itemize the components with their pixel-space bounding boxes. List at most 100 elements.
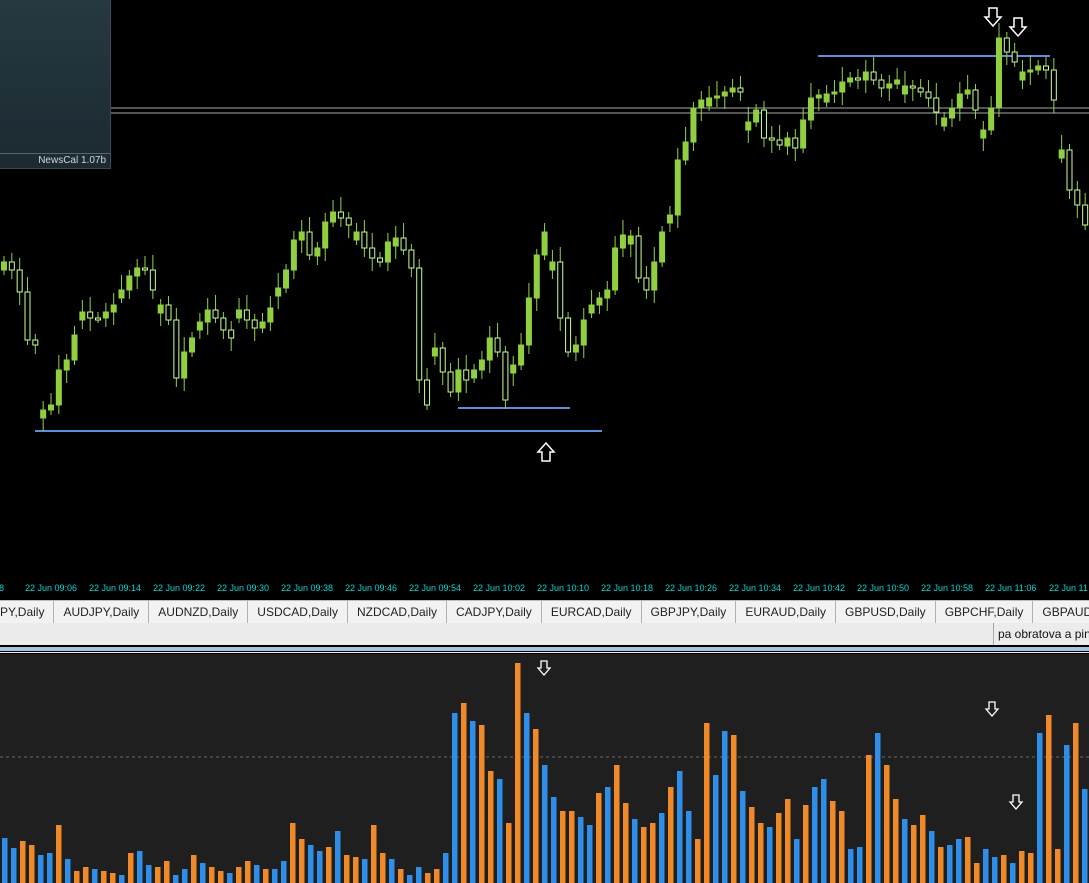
time-axis-label: 22 Jun 09:46 xyxy=(345,583,398,593)
candle-body xyxy=(760,109,767,139)
volume-bar xyxy=(245,861,251,883)
time-axis-label: 22 Jun 11 xyxy=(1049,583,1088,593)
candle-body xyxy=(424,379,431,406)
candle-body xyxy=(377,257,384,263)
volume-bar xyxy=(380,853,386,883)
volume-bar xyxy=(902,819,908,883)
candle-body xyxy=(118,289,125,299)
candle-body xyxy=(400,237,407,251)
candle-body xyxy=(619,234,626,249)
volume-bar xyxy=(956,839,962,883)
symbol-tab[interactable]: GBPCHF,Daily xyxy=(936,601,1034,623)
volume-bar xyxy=(92,869,98,883)
volume-bar xyxy=(803,805,809,883)
volume-bar xyxy=(308,845,314,883)
time-axis-label: 22 Jun 09:14 xyxy=(89,583,142,593)
volume-bar xyxy=(344,855,350,883)
volume-bar xyxy=(911,825,917,883)
symbol-tab[interactable]: AUDNZD,Daily xyxy=(149,601,249,623)
volume-bar xyxy=(578,817,584,883)
volume-bar xyxy=(317,851,323,883)
volume-bar xyxy=(74,871,80,883)
candle-body xyxy=(847,77,854,83)
volume-bar xyxy=(371,825,377,883)
candle-body xyxy=(776,139,783,146)
time-axis-label: 22 Jun 11:06 xyxy=(985,583,1037,593)
time-axis-label: 22 Jun 10:02 xyxy=(473,583,526,593)
volume-panel[interactable] xyxy=(0,654,1089,883)
volume-bar xyxy=(1064,745,1070,883)
candle-body xyxy=(768,137,775,141)
symbol-tab[interactable]: EURAUD,Daily xyxy=(736,601,836,623)
candle-body xyxy=(972,89,979,111)
candle-body xyxy=(48,404,55,411)
volume-bar xyxy=(263,869,269,883)
volume-bar xyxy=(425,873,431,883)
volume-bar xyxy=(191,855,197,883)
symbol-tab[interactable]: NZDCAD,Daily xyxy=(348,601,447,623)
symbol-tab[interactable]: PY,Daily xyxy=(0,601,55,623)
candle-body xyxy=(894,79,901,85)
volume-bar xyxy=(488,771,494,883)
time-axis-label: 22 Jun 10:18 xyxy=(601,583,654,593)
candle-body xyxy=(541,231,548,256)
volume-bar xyxy=(326,847,332,883)
volume-bar xyxy=(11,848,17,883)
volume-bar xyxy=(893,799,899,883)
candle-body xyxy=(964,89,971,95)
volume-bar xyxy=(281,861,287,883)
symbol-tab[interactable]: GBPAUD,Dai xyxy=(1033,601,1089,623)
volume-bar xyxy=(947,845,953,883)
volume-histogram[interactable] xyxy=(0,654,1089,883)
volume-bar xyxy=(542,765,548,883)
candle-body xyxy=(345,217,352,226)
candle-body xyxy=(596,297,603,306)
volume-bar xyxy=(884,765,890,883)
down-arrow-icon xyxy=(536,660,552,676)
candlestick-chart[interactable] xyxy=(0,0,1089,578)
symbol-tab[interactable]: GBPJPY,Daily xyxy=(642,601,737,623)
volume-bar xyxy=(146,865,152,883)
symbol-tab[interactable]: AUDJPY,Daily xyxy=(54,601,150,623)
volume-bar xyxy=(992,857,998,883)
candle-body xyxy=(1,261,7,271)
volume-bar xyxy=(479,725,485,883)
candle-body xyxy=(525,297,532,346)
candle-body xyxy=(439,347,446,373)
candle-body xyxy=(478,359,485,371)
candle-body xyxy=(807,97,814,121)
volume-bar xyxy=(632,819,638,883)
volume-bar xyxy=(155,867,161,883)
symbol-tab[interactable]: EURCAD,Daily xyxy=(542,601,642,623)
volume-bar xyxy=(866,755,872,883)
candle-body xyxy=(800,119,807,149)
candle-body xyxy=(659,231,666,263)
down-arrow-icon xyxy=(984,701,1000,717)
volume-bar xyxy=(812,787,818,883)
candle-body xyxy=(71,334,78,361)
candle-body xyxy=(557,261,564,319)
candle-body xyxy=(1027,69,1034,73)
candle-body xyxy=(102,311,109,319)
candle-body xyxy=(635,235,642,279)
volume-bar xyxy=(533,729,539,883)
time-axis-label: 58 xyxy=(0,583,5,593)
volume-bar xyxy=(506,823,512,883)
newscal-panel[interactable]: NewsCal 1.07b xyxy=(0,0,111,169)
time-axis-label: 22 Jun 09:30 xyxy=(217,583,270,593)
volume-bar xyxy=(929,831,935,883)
price-chart[interactable]: NewsCal 1.07b xyxy=(0,0,1089,578)
volume-bar xyxy=(857,847,863,883)
candle-body xyxy=(572,344,579,353)
candle-body xyxy=(886,83,893,89)
symbol-tab[interactable]: USDCAD,Daily xyxy=(248,601,348,623)
volume-bar xyxy=(101,871,107,883)
candle-body xyxy=(32,339,39,346)
candle-body xyxy=(16,269,23,293)
volume-bar xyxy=(227,873,233,883)
volume-bar xyxy=(1055,849,1061,883)
candle-body xyxy=(471,369,478,379)
symbol-tab[interactable]: GBPUSD,Daily xyxy=(836,601,936,623)
symbol-tab[interactable]: CADJPY,Daily xyxy=(447,601,542,623)
window-separator[interactable] xyxy=(0,645,1089,654)
